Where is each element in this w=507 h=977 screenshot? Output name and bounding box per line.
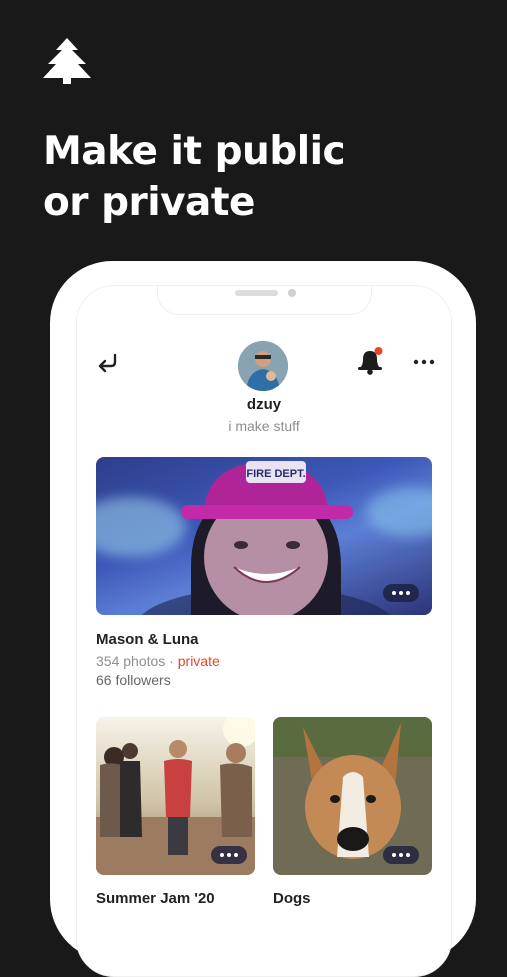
phone-frame: dzuy i make stuff FIRE DEPT. Mason & Lun… [50,261,476,977]
headline-line-1: Make it public [43,129,346,174]
album-options-button[interactable] [211,846,247,864]
avatar-photo [238,341,288,391]
user-bio: i make stuff [228,418,300,434]
headline: Make it public or private [43,126,346,228]
album-options-button[interactable] [383,846,419,864]
dot [227,853,231,857]
back-arrow-icon[interactable] [96,351,120,375]
hero-photo: FIRE DEPT. [142,461,390,615]
dot [406,591,410,595]
photo-count: 354 photos [96,653,166,669]
helmet-badge-text: FIRE DEPT. [246,468,305,480]
album-meta: 354 photos · private [96,653,220,669]
album-title[interactable]: Mason & Luna [96,631,199,648]
dot [399,853,403,857]
dot [234,853,238,857]
headline-line-2: or private [43,180,255,225]
album-cover-summer-jam[interactable] [96,717,255,875]
front-camera [288,289,296,297]
meta-separator: · [165,653,178,669]
album-title[interactable]: Summer Jam '20 [96,890,215,907]
avatar[interactable] [238,341,288,391]
dot [392,591,396,595]
dot [220,853,224,857]
more-icon[interactable] [413,358,435,366]
album-cover-mason-luna[interactable]: FIRE DEPT. [96,457,432,615]
username: dzuy [246,396,282,413]
bell-icon[interactable] [357,346,385,376]
phone-notch [157,286,372,315]
tree-logo-icon [43,38,91,84]
follower-count: 66 followers [96,672,171,688]
visibility-status[interactable]: private [178,653,220,669]
phone-screen: dzuy i make stuff FIRE DEPT. Mason & Lun… [76,285,452,977]
notification-dot [374,347,383,355]
album-title[interactable]: Dogs [273,890,311,907]
dot [406,853,410,857]
album-cover-dogs[interactable] [273,717,432,875]
album-options-button[interactable] [383,584,419,602]
dot [392,853,396,857]
dot [399,591,403,595]
speaker-grille [235,290,278,296]
